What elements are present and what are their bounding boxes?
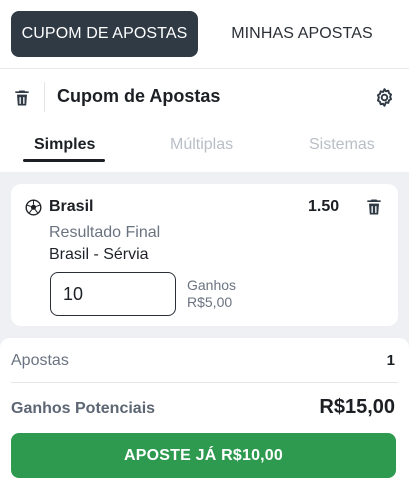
- betslip-top-tabs: CUPOM DE APOSTAS MINHAS APOSTAS: [0, 0, 409, 68]
- tab-my-bets[interactable]: MINHAS APOSTAS: [216, 11, 388, 57]
- header-divider: [44, 82, 45, 112]
- page-title: Cupom de Apostas: [57, 86, 221, 106]
- potential-winnings-value: R$15,00: [319, 396, 395, 418]
- selection-market: Resultado Final: [49, 224, 161, 241]
- potential-winnings-label: Ganhos Potenciais: [11, 400, 156, 417]
- trash-icon[interactable]: [12, 88, 32, 108]
- betslip-summary: Apostas 1 Ganhos Potenciais R$15,00 APOS…: [0, 338, 409, 490]
- bets-label: Apostas: [11, 352, 69, 369]
- tab-multiple[interactable]: Múltiplas: [170, 136, 233, 154]
- bet-type-tabs: Simples Múltiplas Sistemas: [0, 126, 409, 172]
- summary-divider: [11, 382, 398, 383]
- selection-team: Brasil: [49, 198, 94, 215]
- place-bet-button[interactable]: APOSTE JÁ R$10,00: [11, 433, 396, 478]
- gear-icon[interactable]: [374, 87, 395, 108]
- tab-systems[interactable]: Sistemas: [309, 136, 375, 154]
- tab-single[interactable]: Simples: [34, 136, 95, 154]
- betslip-header: Cupom de Apostas: [0, 68, 409, 126]
- bet-selection-card: Brasil 1.50 Resultado Final Brasil - Sér…: [11, 184, 398, 326]
- selection-odds: 1.50: [308, 198, 340, 215]
- football-icon: [25, 199, 42, 216]
- trash-icon[interactable]: [364, 197, 384, 217]
- stake-input[interactable]: [50, 272, 176, 316]
- active-tab-indicator: [23, 159, 105, 162]
- selection-event: Brasil - Sérvia: [49, 246, 149, 263]
- winnings-label: Ganhos: [187, 277, 237, 293]
- bets-count: 1: [386, 352, 395, 369]
- tab-betslip[interactable]: CUPOM DE APOSTAS: [11, 11, 198, 57]
- winnings-value: R$5,00: [187, 294, 233, 310]
